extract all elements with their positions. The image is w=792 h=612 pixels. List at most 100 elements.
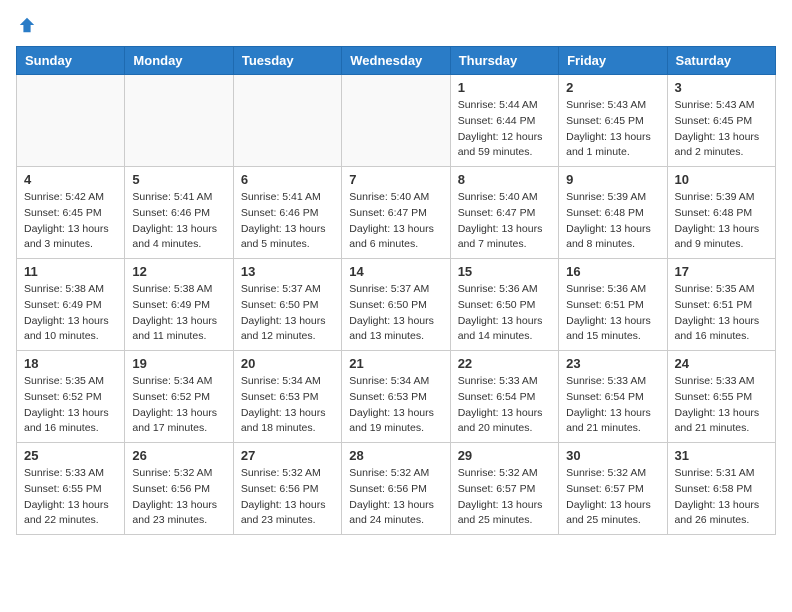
calendar-cell: 5 Sunrise: 5:41 AM Sunset: 6:46 PM Daylig… [125, 167, 233, 259]
calendar-cell: 25 Sunrise: 5:33 AM Sunset: 6:55 PM Dayli… [17, 443, 125, 535]
calendar-cell: 24 Sunrise: 5:33 AM Sunset: 6:55 PM Dayli… [667, 351, 775, 443]
day-info: Sunrise: 5:35 AM Sunset: 6:52 PM Dayligh… [24, 374, 117, 437]
day-number: 28 [349, 448, 442, 463]
day-info: Sunrise: 5:42 AM Sunset: 6:45 PM Dayligh… [24, 190, 117, 253]
day-info: Sunrise: 5:32 AM Sunset: 6:56 PM Dayligh… [241, 466, 334, 529]
day-number: 7 [349, 172, 442, 187]
day-number: 27 [241, 448, 334, 463]
day-info: Sunrise: 5:43 AM Sunset: 6:45 PM Dayligh… [675, 98, 768, 161]
day-number: 14 [349, 264, 442, 279]
day-info: Sunrise: 5:41 AM Sunset: 6:46 PM Dayligh… [132, 190, 225, 253]
day-info: Sunrise: 5:33 AM Sunset: 6:54 PM Dayligh… [458, 374, 551, 437]
day-info: Sunrise: 5:34 AM Sunset: 6:53 PM Dayligh… [349, 374, 442, 437]
calendar-cell: 2Sunrise: 5:43 AM Sunset: 6:45 PM Daylig… [559, 75, 667, 167]
day-info: Sunrise: 5:33 AM Sunset: 6:55 PM Dayligh… [24, 466, 117, 529]
day-info: Sunrise: 5:40 AM Sunset: 6:47 PM Dayligh… [349, 190, 442, 253]
weekday-header-wednesday: Wednesday [342, 47, 450, 75]
day-info: Sunrise: 5:31 AM Sunset: 6:58 PM Dayligh… [675, 466, 768, 529]
calendar-cell [125, 75, 233, 167]
calendar-cell: 16 Sunrise: 5:36 AM Sunset: 6:51 PM Dayli… [559, 259, 667, 351]
day-number: 29 [458, 448, 551, 463]
day-info: Sunrise: 5:39 AM Sunset: 6:48 PM Dayligh… [566, 190, 659, 253]
calendar-cell: 28 Sunrise: 5:32 AM Sunset: 6:56 PM Dayli… [342, 443, 450, 535]
calendar-cell: 7 Sunrise: 5:40 AM Sunset: 6:47 PM Daylig… [342, 167, 450, 259]
weekday-header-row: SundayMondayTuesdayWednesdayThursdayFrid… [17, 47, 776, 75]
weekday-header-thursday: Thursday [450, 47, 558, 75]
day-info: Sunrise: 5:38 AM Sunset: 6:49 PM Dayligh… [24, 282, 117, 345]
day-number: 25 [24, 448, 117, 463]
calendar-table: SundayMondayTuesdayWednesdayThursdayFrid… [16, 46, 776, 535]
calendar-cell: 27 Sunrise: 5:32 AM Sunset: 6:56 PM Dayli… [233, 443, 341, 535]
calendar-cell: 10Sunrise: 5:39 AM Sunset: 6:48 PM Dayli… [667, 167, 775, 259]
day-info: Sunrise: 5:37 AM Sunset: 6:50 PM Dayligh… [241, 282, 334, 345]
day-info: Sunrise: 5:32 AM Sunset: 6:57 PM Dayligh… [566, 466, 659, 529]
day-info: Sunrise: 5:41 AM Sunset: 6:46 PM Dayligh… [241, 190, 334, 253]
day-info: Sunrise: 5:36 AM Sunset: 6:51 PM Dayligh… [566, 282, 659, 345]
calendar-cell: 9 Sunrise: 5:39 AM Sunset: 6:48 PM Daylig… [559, 167, 667, 259]
weekday-header-tuesday: Tuesday [233, 47, 341, 75]
day-info: Sunrise: 5:32 AM Sunset: 6:57 PM Dayligh… [458, 466, 551, 529]
calendar-cell: 8 Sunrise: 5:40 AM Sunset: 6:47 PM Daylig… [450, 167, 558, 259]
calendar-cell: 18 Sunrise: 5:35 AM Sunset: 6:52 PM Dayli… [17, 351, 125, 443]
day-number: 19 [132, 356, 225, 371]
logo-icon [18, 16, 36, 34]
day-number: 12 [132, 264, 225, 279]
weekday-header-sunday: Sunday [17, 47, 125, 75]
day-number: 8 [458, 172, 551, 187]
day-number: 18 [24, 356, 117, 371]
logo [16, 16, 38, 34]
calendar-cell: 12 Sunrise: 5:38 AM Sunset: 6:49 PM Dayli… [125, 259, 233, 351]
calendar-cell: 19 Sunrise: 5:34 AM Sunset: 6:52 PM Dayli… [125, 351, 233, 443]
calendar-week-row: 11Sunrise: 5:38 AM Sunset: 6:49 PM Dayli… [17, 259, 776, 351]
calendar-cell: 30 Sunrise: 5:32 AM Sunset: 6:57 PM Dayli… [559, 443, 667, 535]
day-info: Sunrise: 5:33 AM Sunset: 6:55 PM Dayligh… [675, 374, 768, 437]
day-number: 24 [675, 356, 768, 371]
day-number: 3 [675, 80, 768, 95]
calendar-cell: 4 Sunrise: 5:42 AM Sunset: 6:45 PM Daylig… [17, 167, 125, 259]
calendar-cell: 11Sunrise: 5:38 AM Sunset: 6:49 PM Dayli… [17, 259, 125, 351]
day-number: 16 [566, 264, 659, 279]
day-info: Sunrise: 5:34 AM Sunset: 6:53 PM Dayligh… [241, 374, 334, 437]
day-number: 1 [458, 80, 551, 95]
weekday-header-monday: Monday [125, 47, 233, 75]
calendar-cell: 1Sunrise: 5:44 AM Sunset: 6:44 PM Daylig… [450, 75, 558, 167]
calendar-cell [233, 75, 341, 167]
day-number: 26 [132, 448, 225, 463]
day-number: 30 [566, 448, 659, 463]
calendar-cell [342, 75, 450, 167]
day-number: 9 [566, 172, 659, 187]
day-number: 6 [241, 172, 334, 187]
calendar-cell: 14 Sunrise: 5:37 AM Sunset: 6:50 PM Dayli… [342, 259, 450, 351]
calendar-cell: 3 Sunrise: 5:43 AM Sunset: 6:45 PM Daylig… [667, 75, 775, 167]
day-number: 20 [241, 356, 334, 371]
day-info: Sunrise: 5:38 AM Sunset: 6:49 PM Dayligh… [132, 282, 225, 345]
day-number: 5 [132, 172, 225, 187]
calendar-week-row: 1Sunrise: 5:44 AM Sunset: 6:44 PM Daylig… [17, 75, 776, 167]
calendar-cell [17, 75, 125, 167]
calendar-week-row: 4 Sunrise: 5:42 AM Sunset: 6:45 PM Daylig… [17, 167, 776, 259]
day-info: Sunrise: 5:43 AM Sunset: 6:45 PM Dayligh… [566, 98, 659, 161]
calendar-cell: 13 Sunrise: 5:37 AM Sunset: 6:50 PM Dayli… [233, 259, 341, 351]
calendar-week-row: 18 Sunrise: 5:35 AM Sunset: 6:52 PM Dayli… [17, 351, 776, 443]
calendar-cell: 29 Sunrise: 5:32 AM Sunset: 6:57 PM Dayli… [450, 443, 558, 535]
day-info: Sunrise: 5:32 AM Sunset: 6:56 PM Dayligh… [132, 466, 225, 529]
day-info: Sunrise: 5:35 AM Sunset: 6:51 PM Dayligh… [675, 282, 768, 345]
day-number: 17 [675, 264, 768, 279]
day-number: 23 [566, 356, 659, 371]
day-number: 31 [675, 448, 768, 463]
day-info: Sunrise: 5:37 AM Sunset: 6:50 PM Dayligh… [349, 282, 442, 345]
day-number: 21 [349, 356, 442, 371]
day-info: Sunrise: 5:32 AM Sunset: 6:56 PM Dayligh… [349, 466, 442, 529]
calendar-cell: 6 Sunrise: 5:41 AM Sunset: 6:46 PM Daylig… [233, 167, 341, 259]
day-info: Sunrise: 5:40 AM Sunset: 6:47 PM Dayligh… [458, 190, 551, 253]
day-info: Sunrise: 5:36 AM Sunset: 6:50 PM Dayligh… [458, 282, 551, 345]
calendar-week-row: 25 Sunrise: 5:33 AM Sunset: 6:55 PM Dayli… [17, 443, 776, 535]
day-number: 22 [458, 356, 551, 371]
day-info: Sunrise: 5:33 AM Sunset: 6:54 PM Dayligh… [566, 374, 659, 437]
day-info: Sunrise: 5:34 AM Sunset: 6:52 PM Dayligh… [132, 374, 225, 437]
calendar-cell: 20 Sunrise: 5:34 AM Sunset: 6:53 PM Dayli… [233, 351, 341, 443]
day-number: 4 [24, 172, 117, 187]
calendar-cell: 23 Sunrise: 5:33 AM Sunset: 6:54 PM Dayli… [559, 351, 667, 443]
day-number: 13 [241, 264, 334, 279]
weekday-header-saturday: Saturday [667, 47, 775, 75]
